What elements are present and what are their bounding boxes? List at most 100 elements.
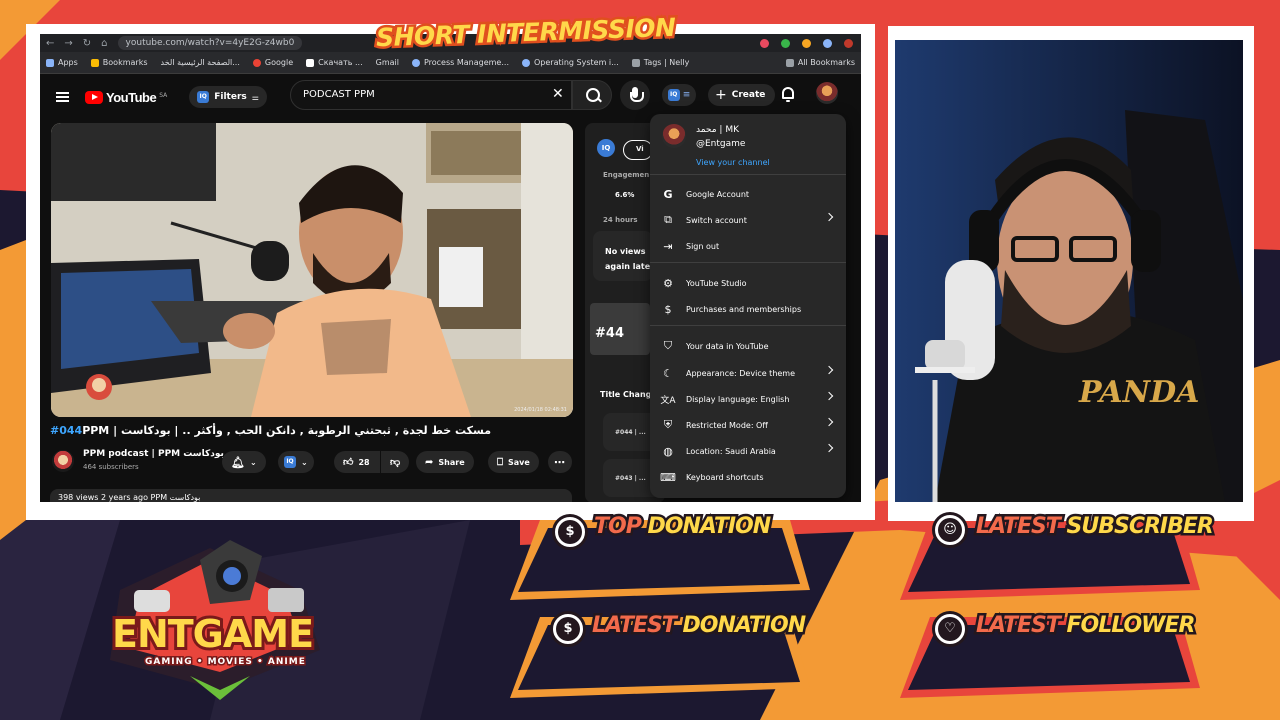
label-word: DONATION [645,512,774,542]
period-label: 24 hours [603,216,638,224]
sign-out-icon: ⇥ [663,239,673,253]
chevron-down-icon: ⌄ [249,457,257,467]
iq-button[interactable]: IQ ⌄ [278,451,314,473]
iq-icon: IQ [597,139,615,157]
menu-item-location[interactable]: ◍ Location: Saudi Arabia [650,440,846,462]
latest-subscriber-label: LATEST SUBSCRIBER [974,512,1217,542]
channel-avatar[interactable] [52,450,74,472]
forward-icon[interactable]: → [64,38,72,49]
page-icon [306,58,315,67]
like-button[interactable]: 👍︎ 28 [334,451,380,473]
subscribed-bell-button[interactable]: 🔔︎ ⌄ [222,451,266,473]
voice-search-button[interactable] [620,80,650,110]
create-button[interactable]: + Create [708,84,776,106]
menu-item-google-account[interactable]: G Google Account [650,183,846,205]
divider [650,174,846,175]
bookmark-item[interactable]: Скачать ... [306,58,363,67]
label-word: TOP [592,512,645,542]
home-icon[interactable]: ⌂ [101,38,107,49]
menu-item-keyboard-shortcuts[interactable]: ⌨ Keyboard shortcuts [650,466,846,488]
google-icon: G [663,187,673,201]
back-icon[interactable]: ← [46,38,54,49]
menu-item-purchases[interactable]: $ Purchases and memberships [650,298,846,320]
video-meta: 398 views 2 years ago PPM بودكاست [58,493,201,502]
menu-item-label: Display language: English [686,394,790,404]
bookmark-item[interactable]: Google [252,58,293,67]
save-button[interactable]: ⎕ Save [488,451,539,473]
more-actions-button[interactable]: ⋯ [548,451,572,473]
menu-icon[interactable] [56,92,69,102]
account-avatar[interactable] [816,82,838,104]
iq-extension-button[interactable]: IQ ≡ [662,84,696,106]
create-label: Create [731,90,766,100]
bookmark-item[interactable]: Apps [46,58,78,67]
extension-icon[interactable] [802,38,811,48]
menu-item-label: Switch account [686,215,747,225]
bookmark-item[interactable]: Tags | Nelly [631,58,689,67]
folder-icon [785,58,794,67]
bookmark-item[interactable]: Operating System i... [521,58,619,67]
bookmarks-bar: Apps Bookmarks الصفحة الرئيسية الخد... G… [40,52,861,74]
reload-icon[interactable]: ↻ [83,38,91,49]
menu-item-switch-account[interactable]: ⧉ Switch account [650,209,846,231]
menu-item-restricted-mode[interactable]: ⛨ Restricted Mode: Off [650,414,846,436]
clear-search-icon[interactable]: ✕ [552,86,564,102]
label-word: LATEST [974,512,1064,542]
menu-item-label: Appearance: Device theme [686,368,796,378]
title-hashtag[interactable]: #044 [50,424,82,437]
notifications-bell-icon[interactable] [782,87,794,102]
iq-icon: IQ [197,91,210,103]
share-button[interactable]: ➦ Share [416,451,474,473]
bookmark-item[interactable]: الصفحة الرئيسية الخد... [161,58,240,67]
latest-donation-label: LATEST DONATION [590,611,809,641]
iq-icon: IQ [667,89,680,101]
filters-button[interactable]: IQ Filters ⚌ [189,86,267,108]
dislike-button[interactable]: 👎︎ [381,451,409,473]
menu-item-appearance[interactable]: ☾ Appearance: Device theme [650,362,846,384]
divider [650,262,846,263]
chevron-right-icon [824,212,834,222]
shirt-print: PANDA [1078,375,1199,410]
chevron-right-icon [824,365,834,375]
profile-icon[interactable] [844,38,853,48]
site-icon [411,58,420,67]
tab-pill[interactable]: Vi [623,140,653,160]
bookmark-item[interactable]: Bookmarks [90,58,148,67]
video-title: #044PPM | مسكت خط لجدة , ثبحتني الرطوبة … [50,424,590,437]
translate-icon: 文A [660,395,676,406]
bookmark-item[interactable]: Process Manageme... [411,58,509,67]
menu-item-label: YouTube Studio [686,278,747,288]
list-icon: ≡ [682,90,691,100]
menu-item-sign-out[interactable]: ⇥ Sign out [650,235,846,257]
video-player[interactable]: 2024/01/18 02:48:31 [51,123,573,417]
shield-user-icon: ⛉ [663,339,673,352]
label-word: DONATION [680,611,809,641]
label-word: FOLLOWER [1064,611,1198,641]
video-description-box[interactable]: 398 views 2 years ago PPM بودكاست [50,489,572,502]
title-change-text: #043 | ... [615,475,646,482]
menu-item-your-data[interactable]: ⛉ Your data in YouTube [650,335,846,357]
label-word: LATEST [590,611,680,641]
globe-icon: ◍ [663,444,673,458]
search-button[interactable] [572,80,612,110]
apps-icon [46,58,54,67]
view-channel-link[interactable]: View your channel [696,158,770,167]
search-input[interactable]: PODCAST PPM [290,80,572,110]
subscriber-count: 464 subscribers [83,463,139,471]
plus-icon: + [715,87,727,103]
extension-icon[interactable] [823,38,832,48]
extension-icon[interactable] [781,38,790,48]
engagement-label: Engagemen [603,171,650,179]
extension-icon[interactable] [760,38,769,48]
address-bar[interactable]: youtube.com/watch?v=4yE2G-z4wb0 [117,36,303,50]
all-bookmarks[interactable]: All Bookmarks [785,58,861,67]
menu-item-youtube-studio[interactable]: ⚙ YouTube Studio [650,272,846,294]
youtube-logo[interactable]: YouTube SA [85,90,167,105]
keyboard-icon: ⌨ [660,470,676,484]
menu-item-language[interactable]: 文A Display language: English [650,388,846,410]
channel-name[interactable]: PPM podcast | PPM بودكاست [83,449,224,459]
bookmark-icon: ⎕ [497,456,503,468]
bookmark-item[interactable]: Gmail [376,58,399,67]
menu-item-label: Sign out [686,241,720,251]
youtube-wordmark: YouTube [106,89,157,105]
